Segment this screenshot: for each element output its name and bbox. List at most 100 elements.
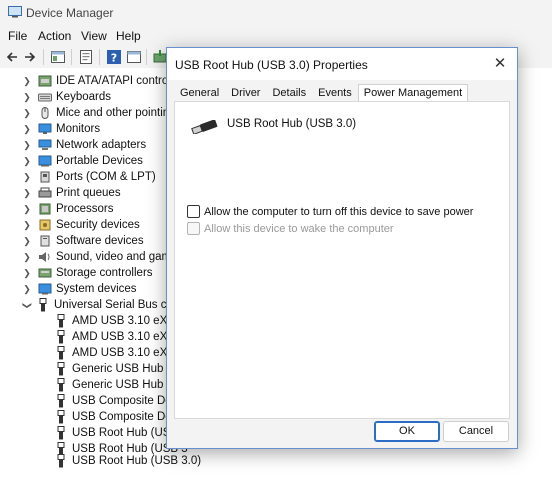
chevron-right-icon[interactable]: ❯ bbox=[22, 92, 32, 103]
tree-item-storage-controllers[interactable]: ❯ Storage controllers bbox=[22, 265, 153, 281]
forward-icon[interactable] bbox=[22, 49, 38, 65]
dialog-titlebar: USB Root Hub (USB 3.0) Properties ✕ bbox=[167, 48, 517, 80]
tree-item-label: Sound, video and game bbox=[56, 251, 178, 263]
menu-help[interactable]: Help bbox=[116, 29, 141, 43]
usb-icon bbox=[57, 378, 65, 392]
window-titlebar: Device Manager bbox=[0, 0, 552, 26]
speaker-icon bbox=[39, 252, 50, 262]
scan-hardware-icon[interactable] bbox=[78, 49, 94, 65]
chevron-right-icon[interactable]: ❯ bbox=[22, 156, 32, 167]
device-manager-icon bbox=[8, 6, 22, 18]
properties-window-icon[interactable] bbox=[50, 49, 66, 65]
menu-bar: File Action View Help bbox=[0, 26, 552, 46]
allow-wake-option: Allow this device to wake the computer bbox=[187, 222, 394, 235]
cancel-button[interactable]: Cancel bbox=[443, 421, 509, 442]
tree-item-processors[interactable]: ❯ Processors bbox=[22, 201, 114, 217]
tree-item-label: Ports (COM & LPT) bbox=[56, 171, 156, 183]
portable-device-icon bbox=[38, 155, 52, 167]
tree-item-usb-child[interactable]: USB Composite Devi bbox=[56, 409, 180, 425]
tree-item-system-devices[interactable]: ❯ System devices bbox=[22, 281, 137, 297]
tree-item-usb-child[interactable]: AMD USB 3.10 eXten bbox=[56, 329, 183, 345]
tree-item-portable-devices[interactable]: ❯ Portable Devices bbox=[22, 153, 143, 169]
tree-item-label: USB Composite Devi bbox=[72, 395, 181, 407]
chevron-right-icon[interactable]: ❯ bbox=[22, 124, 32, 135]
usb-icon bbox=[57, 394, 65, 408]
usb-icon bbox=[57, 410, 65, 424]
chevron-right-icon[interactable]: ❯ bbox=[22, 220, 32, 231]
allow-turn-off-label: Allow the computer to turn off this devi… bbox=[204, 205, 474, 218]
tree-item-label: Universal Serial Bus cont bbox=[54, 299, 183, 311]
usb-icon bbox=[57, 426, 65, 440]
chevron-right-icon[interactable]: ❯ bbox=[22, 108, 32, 119]
tree-item-label: Processors bbox=[56, 203, 114, 215]
tree-item-mice[interactable]: ❯ Mice and other pointing bbox=[22, 105, 176, 121]
help-icon[interactable]: ? bbox=[106, 49, 122, 65]
tree-item-usb-controllers[interactable]: ❯ Universal Serial Bus cont bbox=[22, 297, 182, 313]
tree-item-usb-child[interactable]: USB Composite Devi bbox=[56, 393, 180, 409]
tree-item-label: Mice and other pointing bbox=[56, 107, 176, 119]
tab-driver[interactable]: Driver bbox=[225, 84, 266, 101]
tree-item-software-devices[interactable]: ❯ Software devices bbox=[22, 233, 144, 249]
tree-item-usb-child[interactable]: Generic USB Hub bbox=[56, 377, 163, 393]
tree-item-label: Portable Devices bbox=[56, 155, 143, 167]
tab-events[interactable]: Events bbox=[312, 84, 358, 101]
chevron-right-icon[interactable]: ❯ bbox=[22, 140, 32, 151]
tree-item-usb-child[interactable]: USB Root Hub (USB 3.0) bbox=[56, 453, 201, 469]
tree-item-label: USB Root Hub (USB 3.0) bbox=[72, 455, 202, 467]
usb-icon bbox=[57, 314, 65, 328]
usb-icon bbox=[57, 454, 65, 468]
tree-item-usb-child[interactable]: AMD USB 3.10 eXten bbox=[56, 345, 183, 361]
tab-strip: General Driver Details Events Power Mana… bbox=[174, 84, 469, 102]
chevron-down-icon[interactable]: ❯ bbox=[22, 300, 33, 310]
close-icon[interactable]: ✕ bbox=[491, 55, 509, 73]
menu-view[interactable]: View bbox=[81, 29, 107, 43]
software-device-icon bbox=[40, 235, 50, 247]
tab-power-management[interactable]: Power Management bbox=[357, 84, 469, 102]
tree-item-label: System devices bbox=[56, 283, 137, 295]
usb-icon bbox=[39, 298, 47, 312]
menu-action[interactable]: Action bbox=[38, 29, 71, 43]
tree-item-label: USB Composite Devi bbox=[72, 411, 181, 423]
tree-item-usb-child[interactable]: AMD USB 3.10 eXten bbox=[56, 313, 183, 329]
chevron-right-icon[interactable]: ❯ bbox=[22, 268, 32, 279]
allow-turn-off-checkbox[interactable] bbox=[187, 205, 200, 218]
tree-item-label: Generic USB Hub bbox=[72, 363, 164, 375]
keyboard-icon bbox=[38, 93, 52, 102]
window-title: Device Manager bbox=[26, 6, 114, 20]
chevron-right-icon[interactable]: ❯ bbox=[22, 252, 32, 263]
toolbar-separator bbox=[43, 49, 44, 65]
tree-item-security-devices[interactable]: ❯ Security devices bbox=[22, 217, 140, 233]
chevron-right-icon[interactable]: ❯ bbox=[22, 204, 32, 215]
tree-item-network-adapters[interactable]: ❯ Network adapters bbox=[22, 137, 146, 153]
port-icon bbox=[40, 171, 50, 183]
tree-item-print-queues[interactable]: ❯ Print queues bbox=[22, 185, 120, 201]
chevron-right-icon[interactable]: ❯ bbox=[22, 236, 32, 247]
chevron-right-icon[interactable]: ❯ bbox=[22, 172, 32, 183]
menu-file[interactable]: File bbox=[8, 29, 27, 43]
back-icon[interactable] bbox=[4, 49, 20, 65]
chevron-right-icon[interactable]: ❯ bbox=[22, 188, 32, 199]
processor-icon bbox=[39, 203, 51, 215]
properties-dialog: USB Root Hub (USB 3.0) Properties ✕ Gene… bbox=[166, 47, 518, 449]
tree-item-label: Monitors bbox=[56, 123, 101, 135]
ok-button[interactable]: OK bbox=[374, 421, 440, 442]
tree-item-label: Security devices bbox=[56, 219, 140, 231]
storage-controller-icon bbox=[38, 268, 52, 278]
tab-general[interactable]: General bbox=[174, 84, 225, 101]
tree-item-label: Storage controllers bbox=[56, 267, 153, 279]
tree-item-sound-video-game[interactable]: ❯ Sound, video and game bbox=[22, 249, 177, 265]
tree-item-label: Generic USB Hub bbox=[72, 379, 164, 391]
tree-item-label: Software devices bbox=[56, 235, 144, 247]
chevron-right-icon[interactable]: ❯ bbox=[22, 76, 32, 87]
mouse-icon bbox=[41, 107, 49, 119]
tree-item-keyboards[interactable]: ❯ Keyboards bbox=[22, 89, 111, 105]
chevron-right-icon[interactable]: ❯ bbox=[22, 284, 32, 295]
tree-item-ide-ata-atapi-controllers[interactable]: ❯ IDE ATA/ATAPI controllers bbox=[22, 73, 189, 89]
view-window-icon[interactable] bbox=[126, 49, 142, 65]
toolbar-separator bbox=[99, 49, 100, 65]
tree-item-usb-child[interactable]: Generic USB Hub bbox=[56, 361, 163, 377]
tree-item-monitors[interactable]: ❯ Monitors bbox=[22, 121, 100, 137]
tab-details[interactable]: Details bbox=[266, 84, 312, 101]
allow-turn-off-option[interactable]: Allow the computer to turn off this devi… bbox=[187, 205, 473, 218]
tree-item-ports[interactable]: ❯ Ports (COM & LPT) bbox=[22, 169, 156, 185]
